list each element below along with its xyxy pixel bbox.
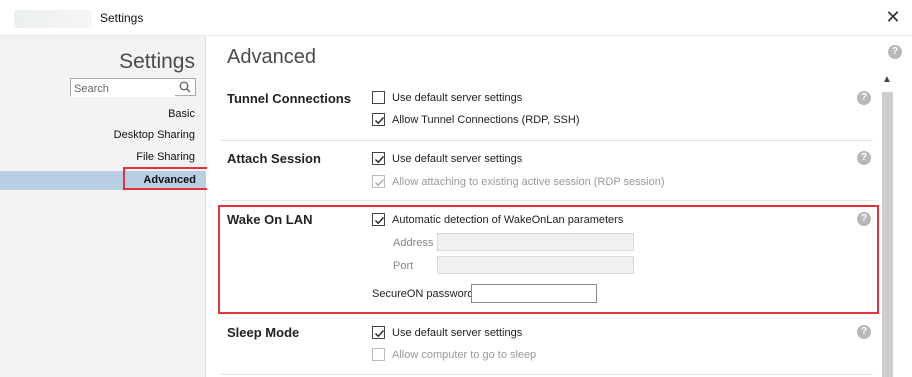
section-label-wake-on-lan: Wake On LAN [227,212,313,227]
checkbox [372,348,385,361]
page-title: Advanced [227,46,316,68]
section-label-tunnel-connections: Tunnel Connections [227,91,351,106]
sidebar-title: Settings [119,50,195,73]
close-button[interactable]: ✕ [882,6,904,28]
checkbox-label: Use default server settings [392,152,523,165]
checkbox-label: Allow Tunnel Connections (RDP, SSH) [392,113,580,126]
checkmark-icon [375,156,385,164]
address-field [437,233,634,251]
sidebar: Settings Basic Desktop Sharing File Shar… [0,36,209,377]
help-icon[interactable]: ? [857,151,871,165]
scroll-thumb[interactable] [882,92,893,377]
sidebar-item-label: Advanced [143,174,196,186]
checkbox-row-attach-default[interactable]: Use default server settings [372,152,522,165]
secureon-password-label: SecureON password [372,288,474,300]
sidebar-item-basic[interactable]: Basic [168,108,195,120]
checkmark-icon [375,217,385,225]
help-icon[interactable]: ? [857,325,871,339]
checkbox-row-tunnel-default[interactable]: Use default server settings [372,91,522,104]
chevron-up-icon[interactable]: ▲ [882,74,892,85]
section-label-sleep-mode: Sleep Mode [227,325,300,340]
address-label: Address [393,237,434,249]
checkbox-row-sleep-default[interactable]: Use default server settings [372,326,522,339]
checkbox-label: Use default server settings [392,91,523,104]
checkbox-row-allow-tunnel[interactable]: Allow Tunnel Connections (RDP, SSH) [372,113,580,126]
help-icon[interactable]: ? [888,45,902,59]
search-icon[interactable] [178,80,192,94]
help-icon[interactable]: ? [857,212,871,226]
checkmark-icon [375,117,385,125]
port-field [437,256,634,274]
checkbox-label: Allow computer to go to sleep [392,348,537,361]
checkbox-label: Allow attaching to existing active sessi… [392,175,665,188]
checkbox-label: Use default server settings [392,326,523,339]
section-divider [221,140,873,141]
sidebar-item-advanced[interactable]: Advanced [0,171,206,190]
main-content: Advanced ? Tunnel Connections Use defaul… [207,36,912,377]
section-label-attach-session: Attach Session [227,151,321,166]
checkbox[interactable] [372,152,385,165]
help-icon[interactable]: ? [857,91,871,105]
section-divider [221,374,873,375]
checkbox-label: Automatic detection of WakeOnLan paramet… [392,213,624,226]
section-divider [221,200,873,201]
port-label: Port [393,260,414,272]
checkbox[interactable] [372,213,385,226]
sidebar-item-desktop-sharing[interactable]: Desktop Sharing [114,129,195,141]
sidebar-search [70,78,196,97]
checkbox-row-allow-sleep: Allow computer to go to sleep [372,348,536,361]
search-input[interactable] [71,81,175,97]
vertical-scrollbar[interactable]: ▲ [879,72,895,377]
checkbox-row-allow-attach: Allow attaching to existing active sessi… [372,175,664,188]
checkbox-row-wol-auto[interactable]: Automatic detection of WakeOnLan paramet… [372,213,623,226]
checkbox[interactable] [372,326,385,339]
sidebar-item-file-sharing[interactable]: File Sharing [136,151,195,163]
secureon-password-field[interactable] [471,284,597,303]
checkmark-icon [375,330,385,338]
app-icon [14,10,92,28]
checkbox[interactable] [372,113,385,126]
checkbox [372,175,385,188]
checkmark-icon [375,179,385,187]
title-bar: Settings ✕ [0,0,912,36]
window-title: Settings [100,11,144,25]
checkbox[interactable] [372,91,385,104]
close-icon: ✕ [885,7,901,27]
